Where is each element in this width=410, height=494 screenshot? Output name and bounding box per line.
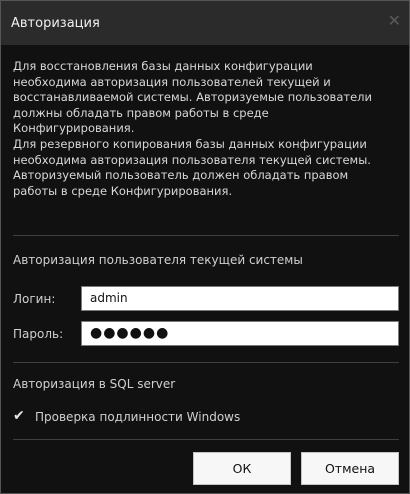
authorization-dialog: Авторизация ✕ Для восстановления базы да… bbox=[0, 0, 410, 494]
description-line: Авторизуемый пользователь должен обладат… bbox=[13, 168, 349, 183]
description-line: необходима авторизация пользователя теку… bbox=[13, 152, 371, 167]
description-line: необходима авторизация пользователей тек… bbox=[13, 74, 331, 89]
windows-auth-checkbox[interactable]: ✔ bbox=[13, 409, 27, 423]
description-line: восстанавливаемой системы. Авторизуемые … bbox=[13, 90, 372, 105]
login-label: Логин: bbox=[13, 292, 56, 306]
title-bar: Авторизация ✕ bbox=[1, 1, 409, 45]
sql-section-title: Авторизация в SQL server bbox=[13, 377, 176, 391]
cancel-button[interactable]: Отмена bbox=[301, 452, 399, 485]
dialog-title: Авторизация bbox=[11, 16, 100, 31]
description-line: Конфигурирования. bbox=[13, 121, 135, 136]
description-line: должны обладать правом работы в среде bbox=[13, 105, 269, 120]
separator bbox=[13, 235, 399, 236]
description-text: Для восстановления базы данных конфигура… bbox=[13, 59, 399, 199]
description-line: работы в среде Конфигурирования. bbox=[13, 183, 233, 198]
password-label: Пароль: bbox=[13, 327, 64, 341]
current-user-section-title: Авторизация пользователя текущей системы bbox=[13, 253, 303, 267]
login-value: admin bbox=[90, 291, 128, 305]
login-input[interactable]: admin bbox=[81, 286, 399, 311]
windows-auth-label[interactable]: Проверка подлинности Windows bbox=[35, 410, 240, 424]
password-input[interactable]: ●●●●●● bbox=[81, 321, 399, 346]
password-value: ●●●●●● bbox=[90, 325, 170, 341]
description-line: Для резервного копирования базы данных к… bbox=[13, 136, 367, 151]
description-line: Для восстановления базы данных конфигура… bbox=[13, 59, 313, 73]
ok-button[interactable]: ОК bbox=[193, 452, 291, 485]
dialog-content: Для восстановления базы данных конфигура… bbox=[1, 45, 409, 493]
separator bbox=[13, 362, 399, 363]
separator bbox=[13, 439, 399, 440]
close-icon[interactable]: ✕ bbox=[388, 13, 401, 29]
